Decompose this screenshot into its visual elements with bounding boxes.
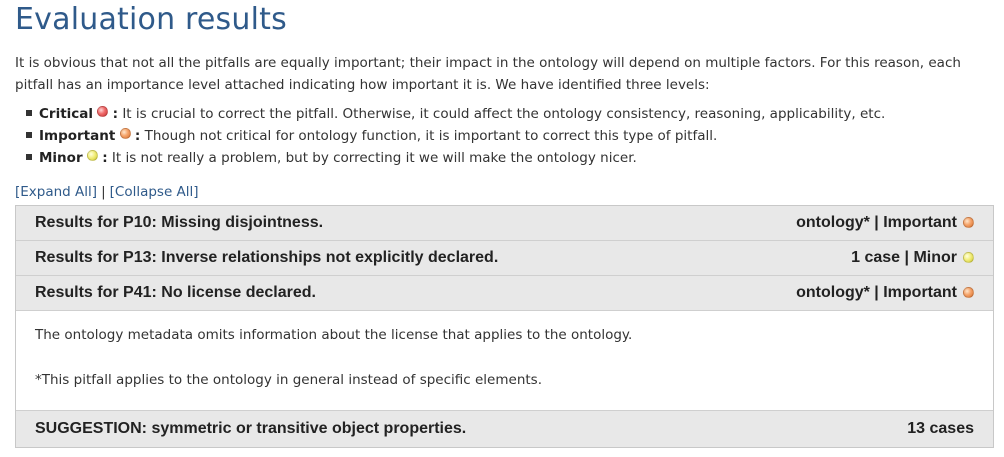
result-summary-group: 1 case | Minor — [851, 249, 974, 267]
result-summary: ontology* | Important — [796, 214, 957, 231]
result-title: Results for P10: Missing disjointness. — [35, 214, 324, 231]
level-colon: : — [112, 106, 119, 122]
orange-dot-icon — [119, 127, 131, 139]
suggestion-title: SUGGESTION: symmetric or transitive obje… — [35, 420, 467, 437]
result-body-p41: The ontology metadata omits information … — [16, 311, 993, 411]
expand-collapse-controls: [Expand All] | [Collapse All] — [15, 184, 199, 200]
result-summary-group: ontology* | Important — [796, 284, 974, 302]
orange-dot-icon — [963, 286, 974, 298]
result-summary-group: ontology* | Important — [796, 214, 974, 232]
collapse-all-link[interactable]: [Collapse All] — [110, 184, 199, 200]
result-title: Results for P41: No license declared. — [35, 284, 316, 301]
results-accordion: Results for P10: Missing disjointness. o… — [15, 205, 994, 448]
level-description: It is crucial to correct the pitfall. Ot… — [122, 106, 886, 122]
level-description: It is not really a problem, but by corre… — [111, 150, 637, 166]
level-name: Critical — [39, 106, 94, 122]
yellow-dot-icon — [86, 149, 98, 161]
expand-all-link[interactable]: [Expand All] — [15, 184, 97, 200]
red-dot-icon — [97, 105, 109, 117]
separator: | — [101, 184, 106, 200]
suggestion-header[interactable]: SUGGESTION: symmetric or transitive obje… — [16, 411, 993, 447]
level-colon: : — [134, 128, 141, 144]
yellow-dot-icon — [963, 251, 974, 263]
importance-levels-list: Critical : It is crucial to correct the … — [26, 103, 885, 169]
orange-dot-icon — [963, 216, 974, 228]
result-header-p41[interactable]: Results for P41: No license declared. on… — [16, 276, 993, 311]
suggestion-summary: 13 cases — [907, 420, 974, 437]
level-name: Minor — [39, 150, 83, 166]
level-critical: Critical : It is crucial to correct the … — [26, 103, 885, 125]
bullet-square-icon — [26, 110, 32, 116]
result-summary: ontology* | Important — [796, 284, 957, 301]
result-note: *This pitfall applies to the ontology in… — [35, 372, 542, 388]
result-header-p13[interactable]: Results for P13: Inverse relationships n… — [16, 241, 993, 276]
result-description: The ontology metadata omits information … — [35, 327, 633, 343]
result-title: Results for P13: Inverse relationships n… — [35, 249, 499, 266]
level-description: Though not critical for ontology functio… — [144, 128, 718, 144]
level-name: Important — [39, 128, 116, 144]
level-minor: Minor : It is not really a problem, but … — [26, 147, 885, 169]
result-header-p10[interactable]: Results for P10: Missing disjointness. o… — [16, 206, 993, 241]
bullet-square-icon — [26, 132, 32, 138]
intro-paragraph: It is obvious that not all the pitfalls … — [15, 55, 961, 93]
result-summary: 1 case | Minor — [851, 249, 957, 266]
bullet-square-icon — [26, 154, 32, 160]
page-title: Evaluation results — [15, 2, 287, 37]
level-colon: : — [102, 150, 108, 166]
level-important: Important : Though not critical for onto… — [26, 125, 885, 147]
